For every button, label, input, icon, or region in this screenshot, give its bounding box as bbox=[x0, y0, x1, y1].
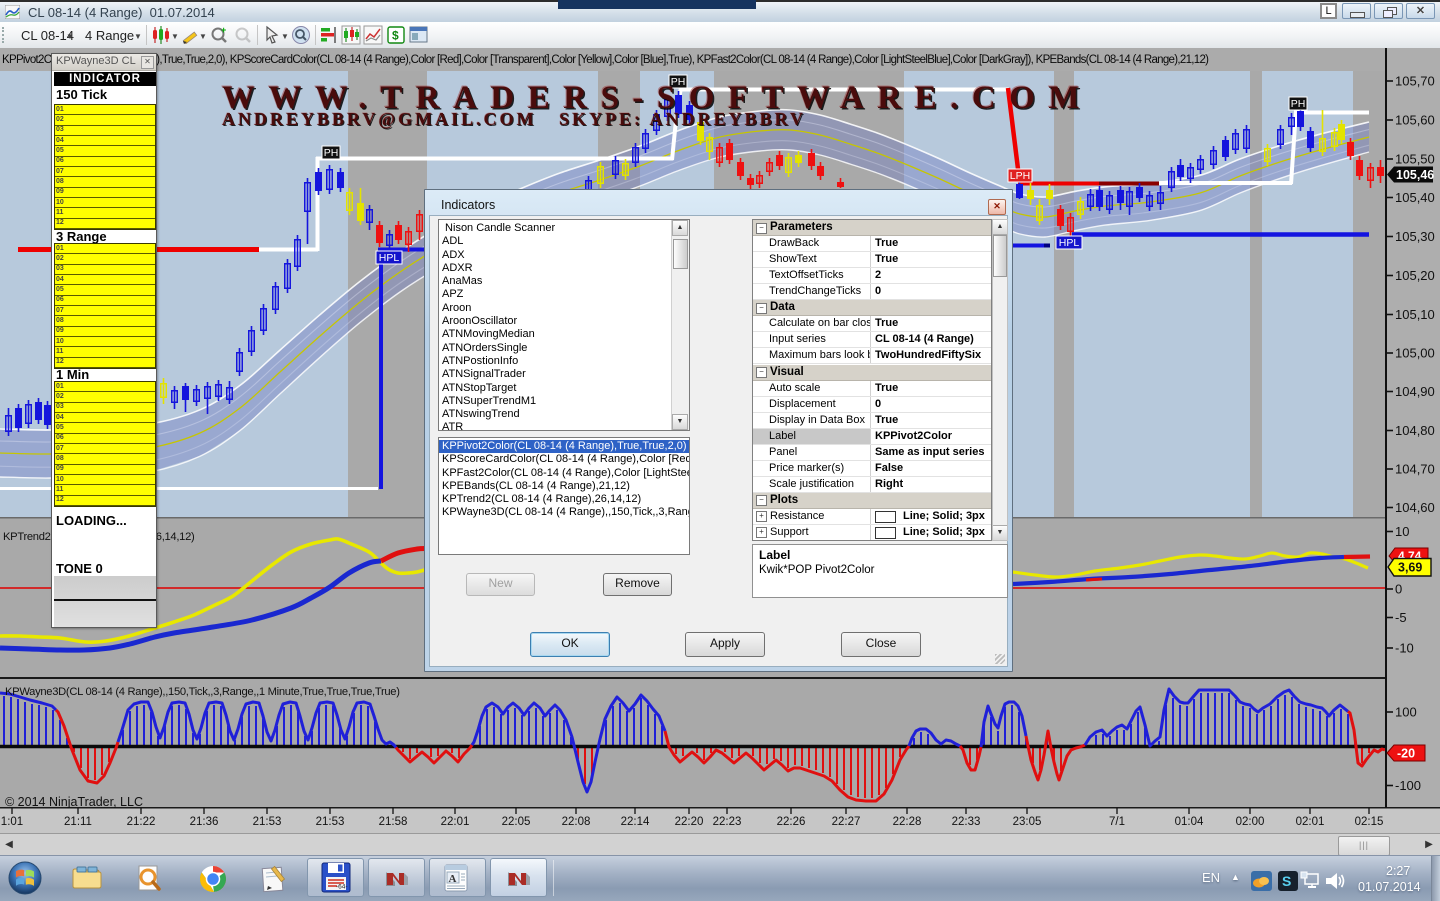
svg-text:22:01: 22:01 bbox=[441, 816, 470, 828]
svg-text:104,80: 104,80 bbox=[1395, 423, 1435, 438]
svg-text:21:36: 21:36 bbox=[190, 816, 219, 828]
svg-text:105,30: 105,30 bbox=[1395, 229, 1435, 244]
svg-text:21:53: 21:53 bbox=[253, 816, 282, 828]
svg-text:105,20: 105,20 bbox=[1395, 268, 1435, 283]
svg-text:02:00: 02:00 bbox=[1236, 816, 1265, 828]
svg-text:100: 100 bbox=[1395, 705, 1417, 720]
svg-text:21:53: 21:53 bbox=[316, 816, 345, 828]
svg-text:7/1: 7/1 bbox=[1109, 816, 1125, 828]
svg-text:105,00: 105,00 bbox=[1395, 346, 1435, 361]
svg-text:22:27: 22:27 bbox=[832, 816, 861, 828]
svg-text:105,46: 105,46 bbox=[1396, 168, 1434, 182]
svg-text:104,90: 104,90 bbox=[1395, 384, 1435, 399]
svg-text:HPL: HPL bbox=[379, 252, 400, 264]
svg-text:22:33: 22:33 bbox=[952, 816, 981, 828]
svg-text:KPWayne3D(CL 08-14 (4 Range),,: KPWayne3D(CL 08-14 (4 Range),,150,Tick,,… bbox=[5, 686, 400, 698]
svg-text:21:22: 21:22 bbox=[127, 816, 156, 828]
svg-text:LPH: LPH bbox=[1010, 170, 1030, 182]
svg-text:02:15: 02:15 bbox=[1355, 816, 1384, 828]
svg-text:104,60: 104,60 bbox=[1395, 500, 1435, 515]
svg-text:21:11: 21:11 bbox=[64, 816, 92, 828]
svg-text:1:01: 1:01 bbox=[1, 816, 23, 828]
svg-text:105,40: 105,40 bbox=[1395, 190, 1435, 205]
svg-text:105,70: 105,70 bbox=[1395, 74, 1435, 89]
svg-text:22:20: 22:20 bbox=[675, 816, 704, 828]
svg-text:105,50: 105,50 bbox=[1395, 152, 1435, 167]
svg-text:22:05: 22:05 bbox=[502, 816, 531, 828]
svg-text:105,10: 105,10 bbox=[1395, 307, 1435, 322]
svg-text:21:58: 21:58 bbox=[379, 816, 408, 828]
svg-text:22:08: 22:08 bbox=[562, 816, 591, 828]
svg-text:HPL: HPL bbox=[1059, 237, 1080, 249]
svg-text:22:14: 22:14 bbox=[621, 816, 650, 828]
svg-text:3,69: 3,69 bbox=[1398, 561, 1422, 575]
svg-text:PH: PH bbox=[324, 147, 339, 159]
svg-text:02:01: 02:01 bbox=[1296, 816, 1325, 828]
svg-text:105,60: 105,60 bbox=[1395, 113, 1435, 128]
svg-text:104,70: 104,70 bbox=[1395, 462, 1435, 477]
svg-text:10: 10 bbox=[1395, 524, 1409, 539]
svg-text:01:04: 01:04 bbox=[1175, 816, 1204, 828]
svg-text:-64-: -64- bbox=[336, 884, 348, 891]
svg-text:© 2014 NinjaTrader, LLC: © 2014 NinjaTrader, LLC bbox=[5, 795, 143, 809]
svg-text:22:23: 22:23 bbox=[713, 816, 742, 828]
svg-text:S: S bbox=[1282, 873, 1291, 889]
svg-text:-20: -20 bbox=[1397, 747, 1415, 761]
svg-text:0: 0 bbox=[1395, 582, 1402, 597]
svg-text:22:26: 22:26 bbox=[777, 816, 806, 828]
svg-text:23:05: 23:05 bbox=[1013, 816, 1042, 828]
svg-text:-100: -100 bbox=[1395, 778, 1421, 793]
svg-text:22:28: 22:28 bbox=[893, 816, 922, 828]
svg-text:PH: PH bbox=[1291, 98, 1306, 110]
svg-text:A: A bbox=[449, 873, 457, 885]
svg-text:-10: -10 bbox=[1395, 641, 1414, 656]
svg-text:-5: -5 bbox=[1395, 610, 1407, 625]
